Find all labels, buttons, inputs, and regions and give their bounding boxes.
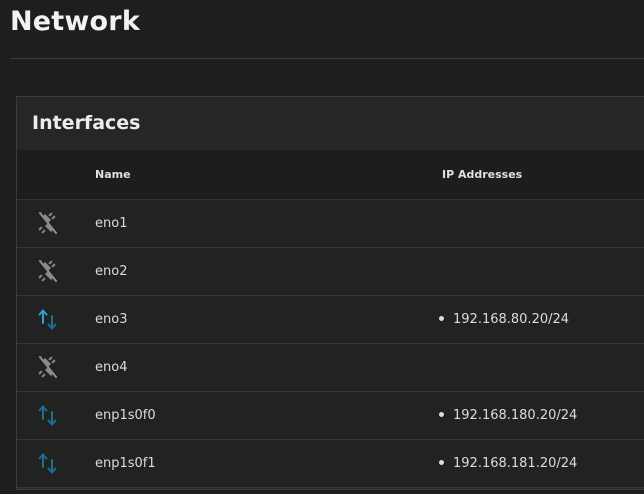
ip-address: 192.168.181.20/24 bbox=[439, 440, 577, 487]
bullet-icon bbox=[439, 460, 444, 465]
ip-address: 192.168.80.20/24 bbox=[439, 296, 569, 343]
bullet-icon bbox=[439, 316, 444, 321]
lan-disconnect-icon bbox=[37, 211, 59, 235]
interfaces-table: Name IP Addresses eno1 eno2 eno3 192.168.80… bbox=[17, 150, 644, 488]
table-header: Name IP Addresses bbox=[17, 150, 644, 200]
column-header-name[interactable]: Name bbox=[95, 150, 131, 199]
ip-address-text: 192.168.181.20/24 bbox=[453, 456, 578, 471]
interface-name: eno2 bbox=[95, 264, 128, 279]
interface-name: enp1s0f0 bbox=[95, 408, 156, 423]
ip-address-text: 192.168.180.20/24 bbox=[453, 408, 578, 423]
lan-disconnect-icon bbox=[37, 355, 59, 379]
page-title: Network bbox=[10, 6, 140, 37]
table-row[interactable]: eno1 bbox=[17, 200, 644, 248]
interface-name: enp1s0f1 bbox=[95, 456, 156, 471]
table-row[interactable]: eno4 bbox=[17, 344, 644, 392]
title-divider bbox=[10, 58, 644, 59]
lan-disconnect-icon bbox=[37, 259, 59, 283]
table-row[interactable]: eno3 192.168.80.20/24 bbox=[17, 296, 644, 344]
interface-name: eno1 bbox=[95, 216, 128, 231]
interfaces-card: Interfaces Name IP Addresses eno1 eno2 eno… bbox=[16, 96, 644, 490]
transfer-arrows-icon bbox=[37, 403, 59, 427]
interface-name: eno4 bbox=[95, 360, 128, 375]
interface-name: eno3 bbox=[95, 312, 128, 327]
column-header-ip-addresses[interactable]: IP Addresses bbox=[442, 150, 522, 199]
table-row[interactable]: enp1s0f1 192.168.181.20/24 bbox=[17, 440, 644, 488]
transfer-arrows-icon bbox=[37, 451, 59, 475]
bullet-icon bbox=[439, 412, 444, 417]
transfer-arrows-icon bbox=[37, 307, 59, 331]
table-row[interactable]: eno2 bbox=[17, 248, 644, 296]
ip-address: 192.168.180.20/24 bbox=[439, 392, 577, 439]
ip-address-text: 192.168.80.20/24 bbox=[453, 312, 570, 327]
table-row[interactable]: enp1s0f0 192.168.180.20/24 bbox=[17, 392, 644, 440]
card-title: Interfaces bbox=[17, 97, 644, 151]
